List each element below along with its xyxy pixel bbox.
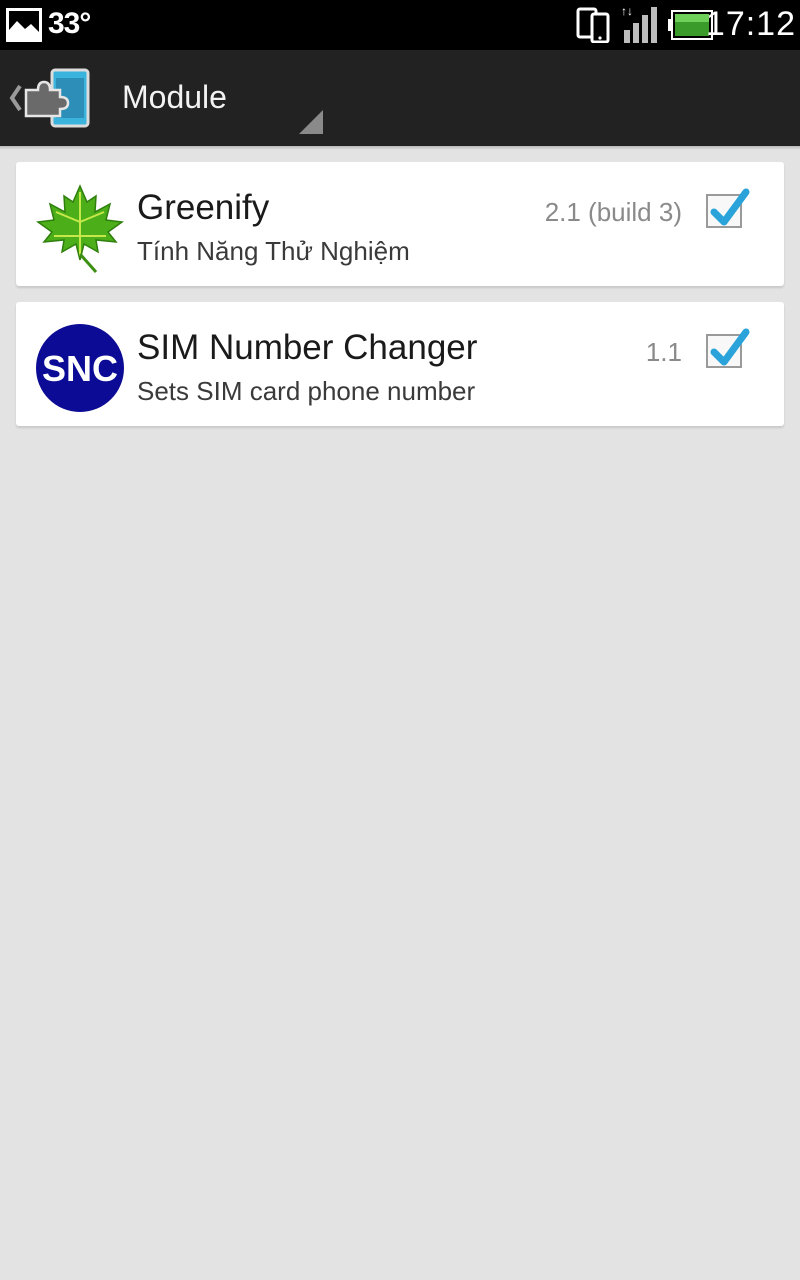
maple-leaf-icon xyxy=(34,182,126,274)
up-navigation-button[interactable] xyxy=(0,64,100,134)
module-card-greenify[interactable]: Greenify Tính Năng Thử Nghiệm 2.1 (build… xyxy=(16,162,784,286)
xposed-puzzle-icon xyxy=(9,68,90,128)
module-card-sim-number-changer[interactable]: SNC SIM Number Changer Sets SIM card pho… xyxy=(16,302,784,426)
module-list: Greenify Tính Năng Thử Nghiệm 2.1 (build… xyxy=(16,162,784,442)
signal-icon: ↑↓ xyxy=(620,3,664,50)
action-bar: Module xyxy=(0,50,800,146)
module-version: 1.1 xyxy=(645,337,682,367)
module-name: Greenify xyxy=(137,188,270,227)
svg-text:↑↓: ↑↓ xyxy=(621,4,633,18)
enable-checkbox[interactable] xyxy=(706,188,750,228)
temperature-text: 33° xyxy=(48,7,91,40)
page-title[interactable]: Module xyxy=(122,79,227,116)
checkmark-icon xyxy=(710,328,750,366)
module-description: Tính Năng Thử Nghiệm xyxy=(137,236,410,266)
phone-icon xyxy=(576,5,612,48)
module-name: SIM Number Changer xyxy=(137,328,478,367)
enable-checkbox[interactable] xyxy=(706,328,750,368)
checkmark-icon xyxy=(710,188,750,226)
status-bar: 33° ↑↓ 17:12 xyxy=(0,0,800,50)
gallery-icon xyxy=(6,8,42,47)
clock-text: 17:12 xyxy=(705,5,796,43)
action-bar-shadow xyxy=(0,146,800,150)
module-description: Sets SIM card phone number xyxy=(137,376,476,406)
dropdown-arrow-icon[interactable] xyxy=(299,110,323,134)
module-version: 2.1 (build 3) xyxy=(544,197,682,227)
snc-logo-text: SNC xyxy=(42,348,118,389)
snc-logo-icon: SNC xyxy=(34,322,126,414)
